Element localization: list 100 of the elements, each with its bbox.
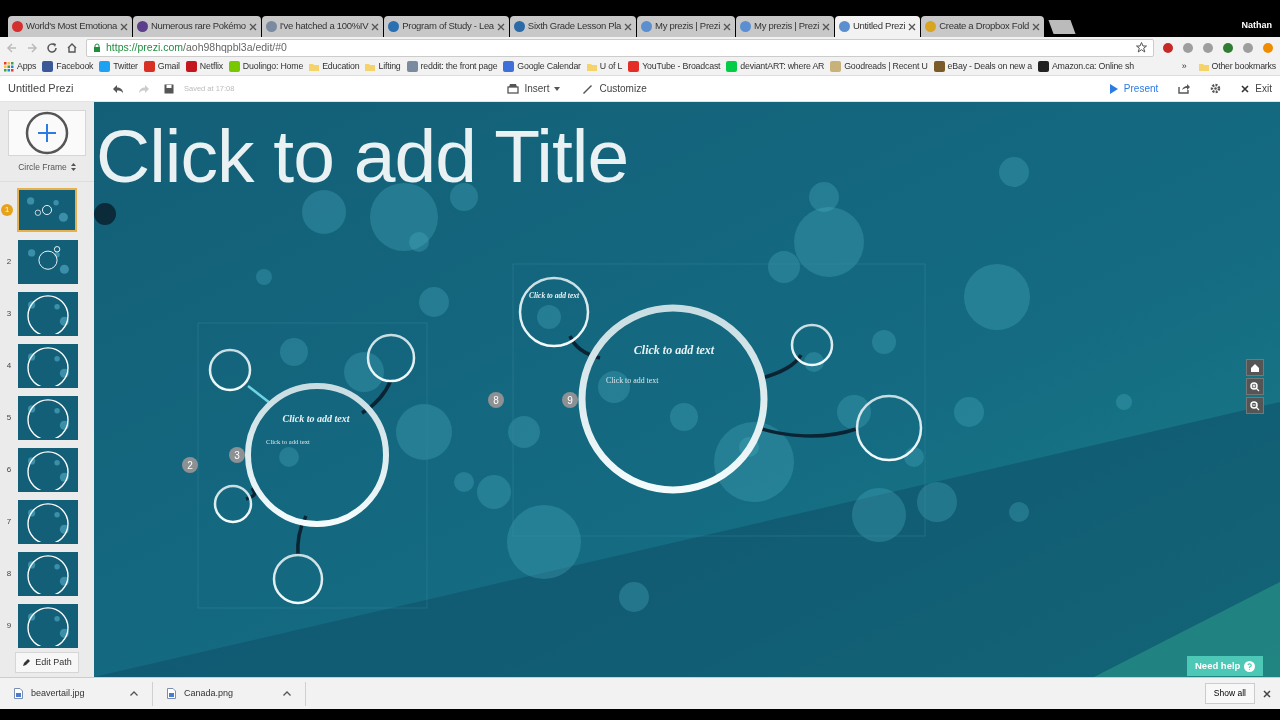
- bookmark-link[interactable]: Goodreads | Recent U: [830, 59, 928, 74]
- bookmark-link[interactable]: Apps: [4, 59, 37, 74]
- reload-icon[interactable]: [46, 41, 58, 54]
- add-frame-button[interactable]: [8, 110, 86, 156]
- download-item[interactable]: Canada.png: [153, 681, 306, 706]
- browser-tab[interactable]: I've hatched a 100%IV: [261, 16, 384, 37]
- close-icon[interactable]: [496, 22, 505, 31]
- folder-icon: [586, 61, 597, 72]
- home-button[interactable]: [1246, 359, 1264, 376]
- browser-tab[interactable]: My prezis | Prezi: [637, 16, 735, 37]
- apps-grid-icon: [4, 61, 14, 72]
- bubble: [1009, 502, 1029, 522]
- slide-thumbnail[interactable]: [18, 291, 78, 336]
- undo-icon[interactable]: [112, 83, 124, 94]
- close-icon[interactable]: [908, 22, 917, 31]
- bubble: [619, 582, 649, 612]
- file-icon: [14, 688, 23, 699]
- present-button[interactable]: Present: [1109, 81, 1159, 96]
- zoom-in-button[interactable]: [1246, 378, 1264, 395]
- browser-tab[interactable]: My prezis | Prezi: [736, 16, 834, 37]
- close-icon[interactable]: [723, 22, 731, 31]
- show-all-button[interactable]: Show all: [1204, 683, 1255, 704]
- slide-thumbnail[interactable]: [18, 343, 78, 388]
- bubble: [508, 416, 540, 448]
- document-title[interactable]: Untitled Prezi: [8, 80, 112, 97]
- bubble: [904, 447, 924, 467]
- chevron-up-icon[interactable]: [130, 691, 138, 696]
- bookmark-link[interactable]: YouTube - Broadcast: [628, 59, 721, 74]
- bubble: [852, 488, 906, 542]
- save-icon[interactable]: [164, 83, 174, 94]
- browser-tab[interactable]: Program of Study - Lea: [384, 16, 509, 37]
- slide-thumbnail[interactable]: [18, 603, 78, 648]
- connector-line: [247, 385, 271, 404]
- bookmark-folder[interactable]: Other bookmarks: [1198, 59, 1276, 74]
- profile-name[interactable]: Nathan: [1241, 19, 1272, 33]
- slide-number: 2: [5, 255, 13, 268]
- bubble: [279, 447, 299, 467]
- slide-thumbnail[interactable]: [18, 447, 78, 492]
- bookmark-link[interactable]: Lifting: [365, 59, 401, 74]
- slide-thumbnail[interactable]: [18, 499, 78, 544]
- extension-icon[interactable]: [1222, 41, 1234, 54]
- slide-thumbnail[interactable]: [18, 395, 78, 440]
- circle-frame: [272, 553, 324, 605]
- browser-tab[interactable]: World's Most Emotiona: [8, 16, 132, 37]
- close-icon[interactable]: [1032, 22, 1041, 31]
- bookmark-link[interactable]: eBay - Deals on new a: [933, 59, 1032, 74]
- share-icon[interactable]: [1178, 83, 1191, 94]
- extension-icon[interactable]: [1162, 41, 1174, 54]
- exit-button[interactable]: Exit: [1241, 81, 1272, 96]
- heading-placeholder[interactable]: Click to add text: [282, 413, 350, 424]
- browser-tab[interactable]: Create a Dropbox Fold: [921, 16, 1045, 37]
- insert-menu[interactable]: Insert: [507, 81, 561, 96]
- download-item[interactable]: beavertail.jpg: [0, 681, 153, 706]
- close-icon[interactable]: [624, 22, 633, 31]
- edit-path-button[interactable]: Edit Path: [15, 651, 79, 674]
- bookmark-link[interactable]: Education: [309, 59, 360, 74]
- close-icon[interactable]: [821, 22, 830, 31]
- bookmark-link[interactable]: U of L: [586, 59, 623, 74]
- bubble: [598, 371, 630, 403]
- heading-placeholder[interactable]: Click to add text: [633, 343, 715, 357]
- more-bookmarks-button[interactable]: »: [1181, 59, 1187, 74]
- bookmark-link[interactable]: Gmail: [143, 59, 180, 74]
- bookmark-link[interactable]: Facebook: [42, 59, 94, 74]
- bookmark-link[interactable]: Duolingo: Home: [228, 59, 304, 74]
- zoom-out-icon: [1250, 400, 1260, 411]
- lock-icon: [93, 42, 101, 53]
- slide-number: 7: [5, 515, 13, 528]
- close-icon[interactable]: [371, 22, 380, 31]
- zoom-out-button[interactable]: [1246, 397, 1264, 414]
- frame-type-dropdown[interactable]: Circle Frame: [18, 161, 76, 174]
- bookmark-link[interactable]: Netflix: [185, 59, 223, 74]
- bookmark-link[interactable]: Amazon.ca: Online sh: [1037, 59, 1134, 74]
- brush-icon: [582, 83, 594, 94]
- close-icon[interactable]: [1263, 689, 1271, 698]
- file-icon: [167, 688, 176, 699]
- pencil-icon: [22, 658, 32, 667]
- settings-icon[interactable]: [1210, 83, 1222, 94]
- browser-tab[interactable]: Untitled Prezi: [834, 16, 921, 37]
- close-icon[interactable]: [119, 22, 128, 31]
- slide-thumbnail[interactable]: [18, 239, 78, 284]
- bookmark-link[interactable]: Google Calendar: [503, 59, 581, 74]
- browser-tab[interactable]: Numerous rare Pokémo: [132, 16, 261, 37]
- slide-number: 4: [5, 359, 13, 372]
- slide-thumbnail[interactable]: [18, 551, 78, 596]
- customize-button[interactable]: Customize: [582, 81, 647, 96]
- bubble: [537, 305, 561, 329]
- slide-thumbnail[interactable]: [17, 187, 77, 232]
- home-icon[interactable]: [66, 41, 78, 54]
- new-tab-button[interactable]: [1048, 20, 1076, 34]
- bookmark-link[interactable]: reddit: the front page: [406, 59, 498, 74]
- bookmark-link[interactable]: deviantART: where AR: [726, 59, 825, 74]
- play-icon: [1109, 83, 1118, 94]
- star-icon[interactable]: [1136, 42, 1147, 53]
- bubble: [419, 287, 449, 317]
- browser-tab[interactable]: Sixth Grade Lesson Pla: [509, 16, 637, 37]
- title-placeholder[interactable]: Click to add Title: [96, 114, 629, 198]
- chevron-up-icon[interactable]: [283, 691, 291, 696]
- close-icon[interactable]: [248, 22, 257, 31]
- bookmark-link[interactable]: Twitter: [99, 59, 138, 74]
- address-field[interactable]: https://prezi.com/aoh98hqpbl3a/edit/#0: [86, 38, 1154, 57]
